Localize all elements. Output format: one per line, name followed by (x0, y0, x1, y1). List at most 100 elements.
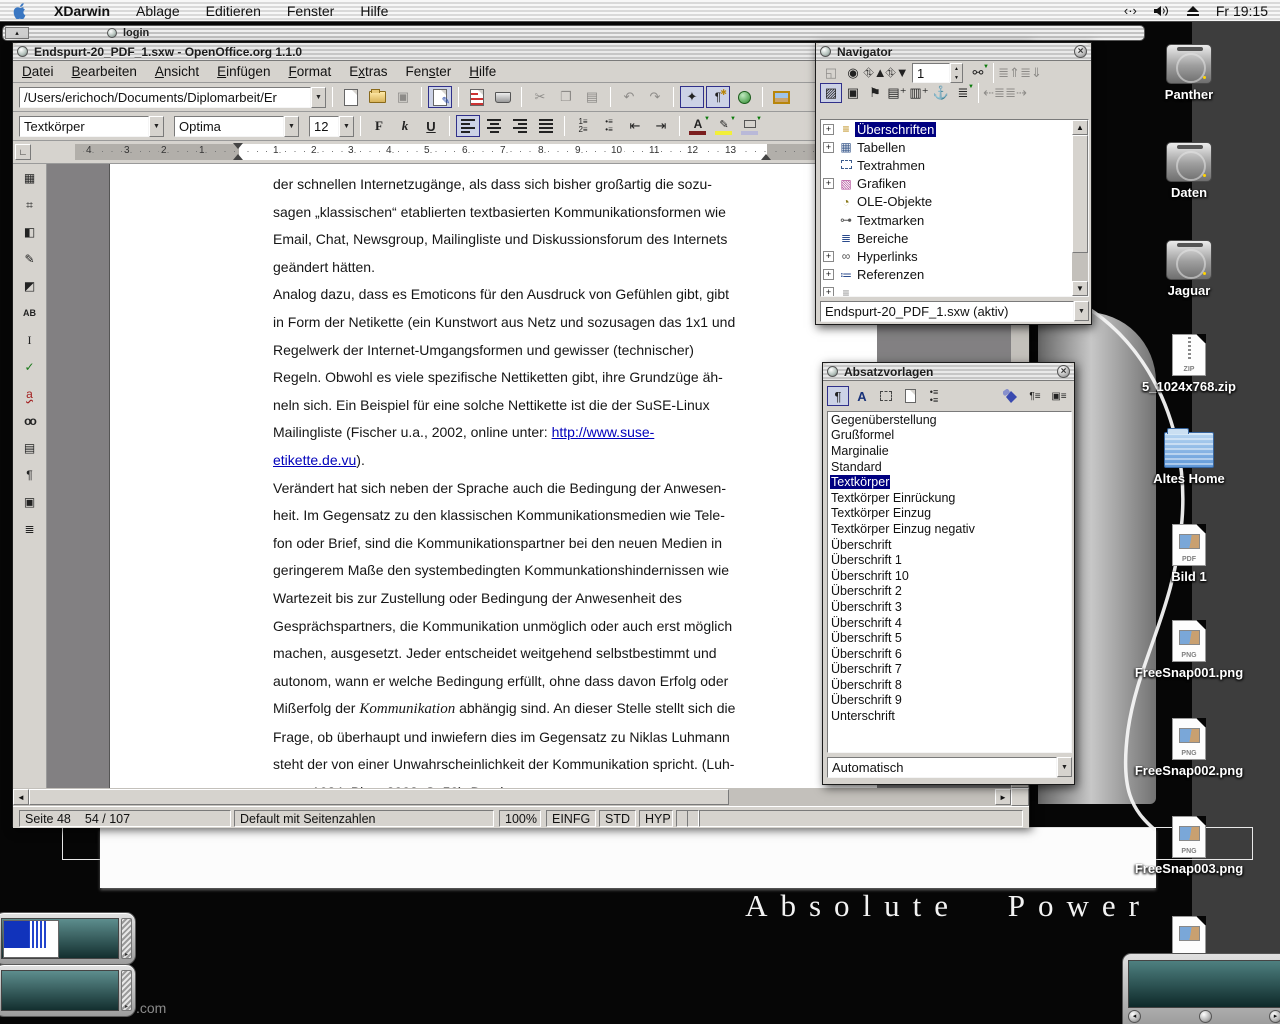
footer-icon[interactable]: ▥⁺ (908, 83, 930, 103)
list-box-toggle-icon[interactable]: ▨ (820, 83, 842, 103)
menu-extras[interactable]: Extras (340, 64, 396, 79)
menu-app-name[interactable]: XDarwin (41, 0, 123, 22)
style-item[interactable]: Überschrift 5 (828, 630, 1071, 646)
paragraph-background-icon[interactable]: ▼ (738, 115, 762, 137)
style-filter-select[interactable]: Automatisch ▼ (827, 757, 1072, 777)
close-icon[interactable]: × (1057, 365, 1070, 378)
tree-scrollbar[interactable]: ▲ ▼ (1072, 120, 1088, 296)
nonprinting-characters-icon[interactable]: ¶ (18, 464, 42, 486)
tree-item-ueberschriften[interactable]: + ≡ Überschriften (821, 120, 1088, 138)
navigator-toggle-icon[interactable]: ✦ (680, 86, 704, 108)
navigator-titlebar[interactable]: Navigator × (816, 43, 1091, 61)
demote-chapter-icon[interactable]: ≣⇓ (1020, 63, 1042, 83)
promote-level-icon[interactable]: ⇠≣ (983, 83, 1005, 103)
login-window-titlebar[interactable]: ▴ login (2, 25, 1145, 41)
desktop-icon-freesnap001[interactable]: PNG FreeSnap001.png (1134, 620, 1244, 680)
fill-format-icon[interactable] (1000, 386, 1022, 406)
tree-item-textrahmen[interactable]: Textrahmen (821, 156, 1088, 174)
filter-dropdown-icon[interactable]: ▼ (1057, 757, 1072, 777)
increase-indent-icon[interactable]: ⇥ (649, 115, 673, 137)
collapsed-window-2[interactable]: ▸ (0, 964, 136, 1017)
list-styles-icon[interactable]: •≡•≡ (923, 386, 945, 406)
print-icon[interactable] (491, 86, 515, 108)
insert-object-icon[interactable]: ◧ (18, 221, 42, 243)
url-field[interactable]: /Users/erichoch/Documents/Diplomarbeit/E… (19, 87, 326, 108)
keyboard-layout-icon[interactable]: ‹·› (1124, 3, 1137, 18)
desktop-icon-daten[interactable]: Daten (1134, 142, 1244, 200)
expand-icon[interactable]: + (823, 142, 834, 153)
bullet-list-icon[interactable]: •≡•≡ (597, 115, 621, 137)
url-dropdown-icon[interactable]: ▼ (311, 87, 326, 108)
next-object-icon[interactable]: ⛗▼ (886, 63, 908, 83)
style-item[interactable]: Textkörper Einzug (828, 506, 1071, 522)
promote-chapter-icon[interactable]: ≣⇑ (998, 63, 1020, 83)
tree-item-grafiken[interactable]: + ▧ Grafiken (821, 175, 1088, 193)
tree-item-hyperlinks[interactable]: + ∞ Hyperlinks (821, 247, 1088, 265)
drag-mode-icon[interactable]: ⚯▼ (967, 63, 989, 83)
page-styles-icon[interactable] (899, 386, 921, 406)
new-style-from-selection-icon[interactable]: ¶≡ (1024, 386, 1046, 406)
gallery-icon[interactable] (769, 86, 793, 108)
navigator-content-tree[interactable]: + ≡ Überschriften + ▦ Tabellen Textrahme… (820, 119, 1089, 297)
expand-icon[interactable]: + (823, 124, 834, 135)
tab-type-selector[interactable]: ∟ (15, 144, 31, 160)
menu-editieren[interactable]: Editieren (193, 0, 274, 22)
size-dropdown-icon[interactable]: ▼ (339, 116, 354, 137)
scroll-right-icon[interactable]: ► (995, 789, 1011, 805)
indent-marker-first[interactable] (233, 143, 243, 149)
paste-icon[interactable]: ▤ (580, 86, 604, 108)
close-icon[interactable]: × (1074, 45, 1087, 58)
style-item[interactable]: Gegenüberstellung (828, 412, 1071, 428)
demote-level-icon[interactable]: ≣⇢ (1005, 83, 1027, 103)
window-resize-cap[interactable]: ▸ (121, 970, 132, 1011)
desktop-icon-zip[interactable]: ZIP 5_1024x768.zip (1134, 334, 1244, 394)
autotext-icon[interactable]: AB (18, 302, 42, 324)
new-document-icon[interactable] (339, 86, 363, 108)
paragraph-style-select[interactable]: Textkörper ▼ (19, 116, 164, 137)
style-item[interactable]: Überschrift 3 (828, 599, 1071, 615)
scroll-up-icon[interactable]: ▲ (1072, 120, 1088, 135)
style-item[interactable]: Textkörper Einzug negativ (828, 521, 1071, 537)
open-icon[interactable] (365, 86, 389, 108)
expand-icon[interactable]: + (823, 287, 834, 297)
menu-datei[interactable]: Datei (13, 64, 63, 79)
menu-format[interactable]: Format (279, 64, 340, 79)
tree-item-tabellen[interactable]: + ▦ Tabellen (821, 138, 1088, 156)
font-size-select[interactable]: 12 ▼ (309, 116, 354, 137)
content-view-icon[interactable]: ▣ (842, 83, 864, 103)
frame-styles-icon[interactable] (875, 386, 897, 406)
copy-icon[interactable]: ❐ (554, 86, 578, 108)
spin-down-icon[interactable]: ▼ (951, 73, 962, 82)
spellcheck-icon[interactable]: ✓ (18, 356, 42, 378)
paragraph-styles-icon[interactable]: ¶ (827, 386, 849, 406)
save-icon[interactable]: ▣ (391, 86, 415, 108)
font-name-select[interactable]: Optima ▼ (174, 116, 299, 137)
anchor-text-icon[interactable]: ⚓ (930, 83, 952, 103)
document-page[interactable]: der schnellen Internetzugänge, als dass … (109, 164, 877, 788)
window-resize-cap[interactable]: ▸ (121, 918, 132, 959)
style-item[interactable]: Standard (828, 459, 1071, 475)
collapsed-window-1[interactable]: ▸ (0, 912, 136, 965)
undo-icon[interactable]: ↶ (617, 86, 641, 108)
scroll-thumb[interactable] (1072, 135, 1088, 253)
scroll-left-icon[interactable]: ◂ (1128, 1010, 1141, 1023)
find-replace-icon[interactable]: oo (18, 410, 42, 432)
cut-icon[interactable]: ✂ (528, 86, 552, 108)
style-item[interactable]: Überschrift (828, 537, 1071, 553)
online-layout-icon[interactable]: ≣ (18, 518, 42, 540)
teal-window-scrollbar[interactable]: ◂ ▸ (1128, 1008, 1280, 1024)
hyperlink-icon[interactable] (732, 86, 756, 108)
style-item[interactable]: Textkörper Einrückung (828, 490, 1071, 506)
menu-ablage[interactable]: Ablage (123, 0, 193, 22)
horizontal-scroll-thumb[interactable] (29, 789, 729, 805)
menu-ansicht[interactable]: Ansicht (146, 64, 208, 79)
scroll-right-icon[interactable]: ▸ (1269, 1010, 1280, 1023)
export-pdf-icon[interactable] (465, 86, 489, 108)
underline-icon[interactable]: U (419, 115, 443, 137)
eject-icon[interactable] (1186, 5, 1200, 17)
insert-field-icon[interactable]: ⌗ (18, 194, 42, 216)
menu-hilfe[interactable]: Hilfe (460, 64, 505, 79)
document-select[interactable]: Endspurt-20_PDF_1.sxw (aktiv) ▼ (820, 301, 1089, 321)
desktop-icon-jaguar[interactable]: Jaguar (1134, 240, 1244, 298)
expand-icon[interactable]: + (823, 178, 834, 189)
